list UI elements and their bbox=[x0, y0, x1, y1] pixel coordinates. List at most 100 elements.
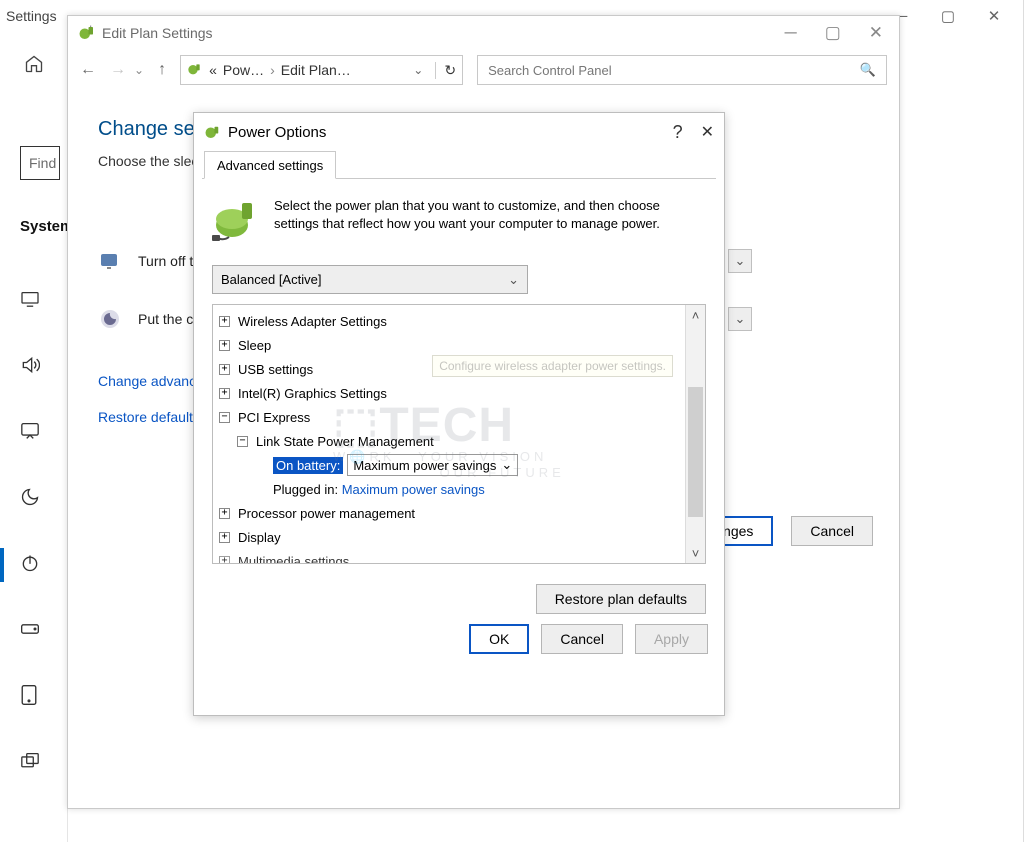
tree-scrollbar[interactable]: ˄ ˅ bbox=[685, 305, 705, 563]
power-plan-icon bbox=[187, 61, 203, 80]
cancel-button[interactable]: Cancel bbox=[791, 516, 873, 546]
expand-icon[interactable]: + bbox=[219, 556, 230, 564]
up-button[interactable]: ↑ bbox=[158, 61, 166, 79]
chevron-down-icon: ⌄ bbox=[501, 457, 512, 473]
recent-locations-button[interactable]: ⌄ bbox=[134, 63, 144, 77]
tree-item-processor[interactable]: + Processor power management bbox=[219, 501, 679, 525]
ok-button[interactable]: OK bbox=[469, 624, 529, 654]
search-input[interactable]: Search Control Panel 🔍 bbox=[477, 55, 887, 85]
tree-label: Display bbox=[238, 530, 281, 545]
hint-text: Select the power plan that you want to c… bbox=[274, 197, 706, 247]
settings-tree: + Wireless Adapter Settings +Sleep + USB s… bbox=[212, 304, 706, 564]
forward-button[interactable]: → bbox=[110, 61, 126, 79]
power-options-dialog: Power Options ? ✕ Advanced settings Sele… bbox=[193, 112, 725, 716]
tooltip: Configure wireless adapter power setting… bbox=[432, 355, 673, 377]
refresh-button[interactable]: ↻ bbox=[435, 62, 456, 79]
expand-icon[interactable]: + bbox=[219, 508, 230, 519]
power-options-footer: OK Cancel Apply bbox=[194, 624, 724, 668]
search-placeholder: Search Control Panel bbox=[488, 63, 612, 78]
editplan-titlebar: Edit Plan Settings ─ ▢ ✕ bbox=[68, 16, 899, 50]
tree-item-intel-graphics[interactable]: +Intel(R) Graphics Settings bbox=[219, 381, 679, 405]
on-battery-label: On battery: bbox=[273, 457, 343, 474]
on-battery-select[interactable]: Maximum power savings ⌄ bbox=[347, 454, 518, 476]
back-button[interactable]: ← bbox=[80, 61, 96, 79]
restore-plan-defaults-button[interactable]: Restore plan defaults bbox=[536, 584, 706, 614]
collapse-icon[interactable]: − bbox=[219, 412, 230, 423]
sidebar-item-power[interactable] bbox=[0, 532, 68, 598]
tree-item-wireless[interactable]: + Wireless Adapter Settings bbox=[219, 309, 679, 333]
tree-item-link-state[interactable]: −Link State Power Management bbox=[237, 429, 679, 453]
maximize-button[interactable]: ▢ bbox=[925, 0, 971, 32]
chevron-down-icon: ⌄ bbox=[735, 311, 746, 327]
sidebar-item-focus[interactable] bbox=[0, 466, 68, 532]
tree-item-pci-express[interactable]: −PCI Express bbox=[219, 405, 679, 429]
chevron-down-icon: ⌄ bbox=[508, 272, 519, 288]
sidebar-item-notifications[interactable] bbox=[0, 400, 68, 466]
expand-icon[interactable]: + bbox=[219, 532, 230, 543]
close-button[interactable]: ✕ bbox=[971, 0, 1017, 32]
scroll-up-button[interactable]: ˄ bbox=[686, 305, 705, 325]
breadcrumb-part-1[interactable]: Pow… bbox=[223, 62, 264, 78]
help-button[interactable]: ? bbox=[673, 122, 683, 143]
display-icon bbox=[20, 291, 40, 312]
expand-icon[interactable]: + bbox=[219, 340, 230, 351]
power-options-title: Power Options bbox=[228, 124, 326, 141]
close-button[interactable]: ✕ bbox=[701, 122, 714, 142]
breadcrumb[interactable]: « Pow… › Edit Plan… ⌄ ↻ bbox=[180, 55, 463, 85]
sidebar-item-display[interactable] bbox=[0, 268, 68, 334]
tree-item-on-battery[interactable]: On battery: Maximum power savings ⌄ bbox=[273, 453, 679, 477]
hint-block: Select the power plan that you want to c… bbox=[212, 197, 706, 247]
dropdown-sleep[interactable]: ⌄ bbox=[728, 307, 752, 331]
tree-item-plugged-in[interactable]: Plugged in: Maximum power savings bbox=[273, 477, 679, 501]
maximize-button[interactable]: ▢ bbox=[825, 23, 841, 43]
tree-label: Processor power management bbox=[238, 506, 415, 521]
tree-item-sleep[interactable]: +Sleep bbox=[219, 333, 679, 357]
sleep-icon bbox=[98, 307, 122, 331]
collapse-icon[interactable]: − bbox=[237, 436, 248, 447]
tab-strip: Advanced settings bbox=[202, 151, 716, 179]
plugged-in-value[interactable]: Maximum power savings bbox=[342, 482, 485, 497]
chevron-right-icon: › bbox=[270, 62, 275, 78]
sidebar-item-storage[interactable] bbox=[0, 598, 68, 664]
on-battery-value: Maximum power savings bbox=[353, 458, 496, 473]
expand-icon[interactable]: + bbox=[219, 364, 230, 375]
tab-advanced-settings[interactable]: Advanced settings bbox=[204, 151, 336, 179]
close-button[interactable]: ✕ bbox=[869, 23, 883, 43]
sidebar-item-multitasking[interactable] bbox=[0, 730, 68, 796]
sidebar-item-sound[interactable] bbox=[0, 334, 68, 400]
tree-scroll-area[interactable]: + Wireless Adapter Settings +Sleep + USB s… bbox=[213, 305, 685, 563]
scroll-thumb[interactable] bbox=[688, 387, 703, 517]
minimize-button[interactable]: ─ bbox=[785, 23, 797, 43]
power-options-icon bbox=[204, 123, 222, 141]
expand-icon[interactable]: + bbox=[219, 388, 230, 399]
home-icon[interactable] bbox=[0, 46, 67, 82]
tree-label: USB settings bbox=[238, 362, 313, 377]
power-options-titlebar: Power Options ? ✕ bbox=[194, 113, 724, 151]
tablet-icon bbox=[20, 684, 38, 711]
apply-button[interactable]: Apply bbox=[635, 624, 708, 654]
power-icon bbox=[20, 553, 40, 578]
breadcrumb-part-2[interactable]: Edit Plan… bbox=[281, 62, 351, 78]
sound-icon bbox=[20, 355, 40, 380]
storage-icon bbox=[20, 622, 40, 640]
breadcrumb-chevrons: « bbox=[209, 62, 217, 78]
scroll-down-button[interactable]: ˅ bbox=[686, 543, 705, 563]
cancel-button[interactable]: Cancel bbox=[541, 624, 623, 654]
find-input[interactable]: Find bbox=[20, 146, 60, 180]
system-heading: System bbox=[20, 218, 73, 235]
chevron-down-icon: ⌄ bbox=[735, 253, 746, 269]
tree-item-multimedia[interactable]: +Multimedia settings bbox=[219, 549, 679, 563]
tree-label: Wireless Adapter Settings bbox=[238, 314, 387, 329]
expand-icon[interactable]: + bbox=[219, 316, 230, 327]
power-plan-select[interactable]: Balanced [Active] ⌄ bbox=[212, 265, 528, 294]
focus-icon bbox=[20, 487, 40, 512]
editplan-window-buttons: ─ ▢ ✕ bbox=[785, 23, 893, 43]
breadcrumb-dropdown[interactable]: ⌄ bbox=[413, 63, 423, 77]
display-off-icon bbox=[98, 249, 122, 273]
notifications-icon bbox=[20, 422, 40, 445]
editplan-navbar: ← → ⌄ ↑ « Pow… › Edit Plan… ⌄ ↻ Search C… bbox=[68, 50, 899, 90]
tree-item-display[interactable]: + Display bbox=[219, 525, 679, 549]
sidebar-item-tablet[interactable] bbox=[0, 664, 68, 730]
find-placeholder: Find bbox=[29, 155, 56, 171]
dropdown-turn-off[interactable]: ⌄ bbox=[728, 249, 752, 273]
